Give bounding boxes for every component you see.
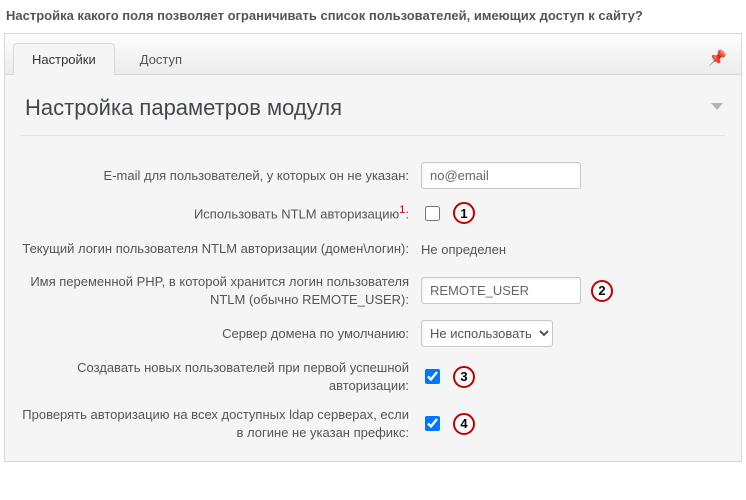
input-php-var[interactable] [421, 277, 581, 304]
label-check-ldap: Проверять авторизацию на всех доступных … [21, 406, 421, 441]
checkbox-check-ldap[interactable] [425, 416, 440, 431]
tab-settings[interactable]: Настройки [13, 43, 115, 75]
row-ntlm: Использовать NTLM авторизацию1: 1 [21, 195, 725, 231]
row-email: E-mail для пользователей, у которых он н… [21, 156, 725, 195]
row-check-ldap: Проверять авторизацию на всех доступных … [21, 400, 725, 447]
label-current-login: Текущий логин пользователя NTLM авториза… [21, 240, 421, 258]
label-create-users: Создавать новых пользователей при первой… [21, 359, 421, 394]
input-email[interactable] [421, 162, 581, 189]
label-ntlm-colon: : [405, 206, 409, 221]
label-domain-server: Сервер домена по умолчанию: [21, 325, 421, 343]
label-ntlm-text: Использовать NTLM авторизацию [194, 206, 399, 221]
question-text: Настройка какого поля позволяет ограничи… [0, 0, 746, 33]
label-php-var: Имя переменной PHP, в которой хранится л… [21, 273, 421, 308]
checkbox-create-users[interactable] [425, 369, 440, 384]
row-php-var: Имя переменной PHP, в которой хранится л… [21, 267, 725, 314]
badge-4: 4 [453, 413, 475, 435]
label-email: E-mail для пользователей, у которых он н… [21, 167, 421, 185]
section-title: Настройка параметров модуля [25, 95, 342, 120]
collapse-icon[interactable] [711, 103, 723, 110]
badge-2: 2 [591, 280, 613, 302]
tab-bar: Настройки Доступ 📌 [5, 34, 741, 75]
tab-access[interactable]: Доступ [121, 43, 201, 75]
row-create-users: Создавать новых пользователей при первой… [21, 353, 725, 400]
row-domain-server: Сервер домена по умолчанию: Не использов… [21, 314, 725, 353]
section-header: Настройка параметров модуля [5, 75, 741, 135]
value-current-login: Не определен [421, 242, 506, 257]
checkbox-ntlm[interactable] [425, 206, 440, 221]
pin-icon[interactable]: 📌 [708, 49, 733, 67]
badge-3: 3 [453, 366, 475, 388]
badge-1: 1 [453, 202, 475, 224]
panel-content: Настройка параметров модуля E-mail для п… [5, 75, 741, 461]
row-current-login: Текущий логин пользователя NTLM авториза… [21, 231, 725, 267]
label-ntlm: Использовать NTLM авторизацию1: [21, 203, 421, 223]
settings-panel: Настройки Доступ 📌 Настройка параметров … [4, 33, 742, 462]
form: E-mail для пользователей, у которых он н… [21, 135, 725, 447]
select-domain-server[interactable]: Не использовать [421, 320, 553, 347]
